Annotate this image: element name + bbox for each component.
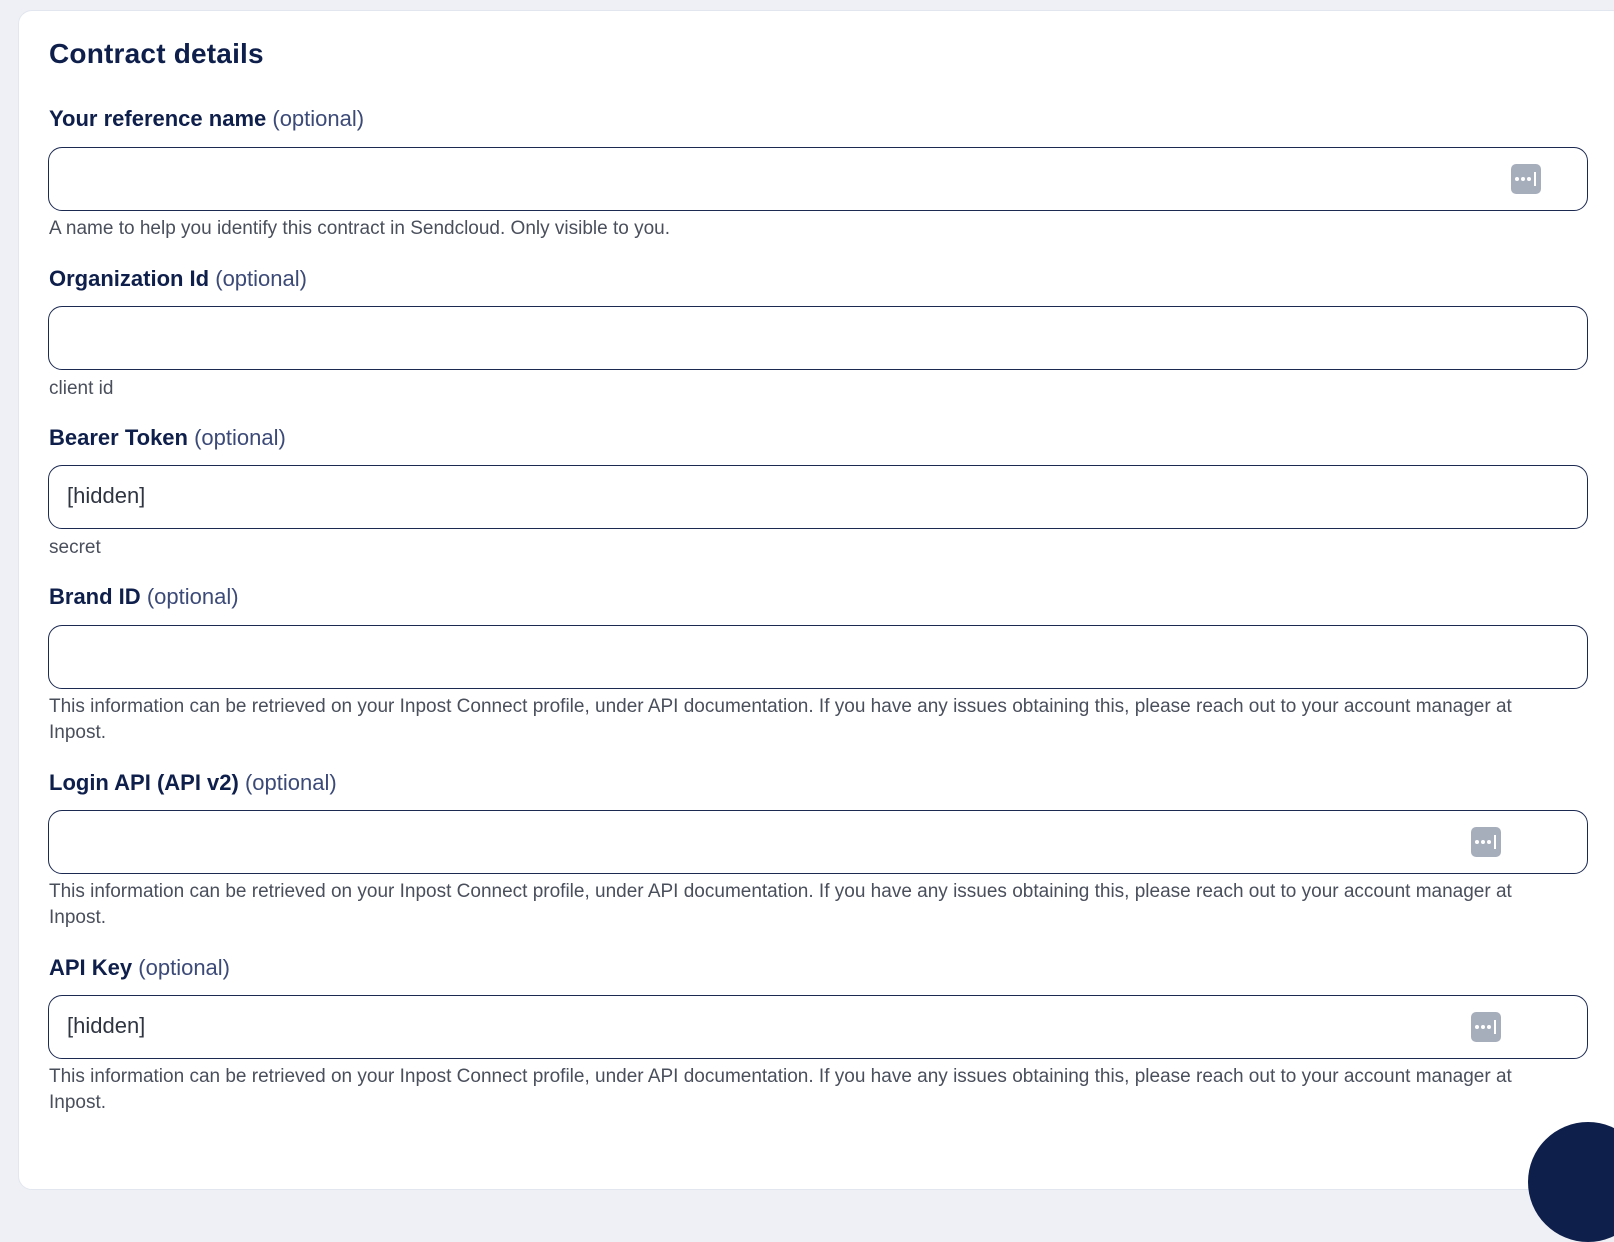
login-api-help: This information can be retrieved on you… bbox=[49, 881, 1512, 928]
bearer-token-label: Bearer Token (optional) bbox=[49, 425, 286, 451]
reference-name-label: Your reference name (optional) bbox=[49, 106, 364, 132]
section-title: Contract details bbox=[49, 38, 264, 69]
password-manager-icon[interactable] bbox=[1471, 827, 1501, 857]
login-api-input[interactable] bbox=[48, 810, 1588, 874]
bearer-token-label-text: Bearer Token bbox=[49, 425, 188, 450]
brand-id-label: Brand ID (optional) bbox=[49, 584, 239, 610]
api-key-help: This information can be retrieved on you… bbox=[49, 1066, 1512, 1113]
optional-tag: (optional) bbox=[272, 106, 365, 131]
optional-tag: (optional) bbox=[194, 425, 286, 450]
reference-name-label-text: Your reference name bbox=[49, 106, 267, 131]
reference-name-help: A name to help you identify this contrac… bbox=[49, 218, 671, 239]
optional-tag: (optional) bbox=[215, 266, 307, 291]
organization-id-input[interactable] bbox=[48, 306, 1588, 370]
api-key-label-text: API Key bbox=[49, 955, 133, 980]
organization-id-label: Organization Id (optional) bbox=[49, 266, 307, 292]
login-api-label: Login API (API v2) (optional) bbox=[49, 770, 337, 796]
bearer-token-help: secret bbox=[49, 537, 101, 558]
api-key-value: [hidden] bbox=[67, 1013, 146, 1038]
login-api-label-text: Login API (API v2) bbox=[49, 770, 239, 795]
organization-id-label-text: Organization Id bbox=[49, 266, 210, 291]
bearer-token-input[interactable]: [hidden] bbox=[48, 465, 1588, 529]
brand-id-input[interactable] bbox=[48, 625, 1588, 689]
brand-id-help: This information can be retrieved on you… bbox=[49, 696, 1512, 743]
bearer-token-value: [hidden] bbox=[67, 483, 146, 508]
api-key-input[interactable]: [hidden] bbox=[48, 995, 1588, 1059]
password-manager-icon[interactable] bbox=[1511, 164, 1541, 194]
api-key-label: API Key (optional) bbox=[49, 955, 230, 981]
organization-id-help: client id bbox=[49, 378, 114, 399]
reference-name-input[interactable] bbox=[48, 147, 1588, 211]
optional-tag: (optional) bbox=[244, 770, 337, 795]
optional-tag: (optional) bbox=[146, 584, 239, 609]
brand-id-label-text: Brand ID bbox=[49, 584, 141, 609]
optional-tag: (optional) bbox=[138, 955, 230, 980]
password-manager-icon[interactable] bbox=[1471, 1012, 1501, 1042]
